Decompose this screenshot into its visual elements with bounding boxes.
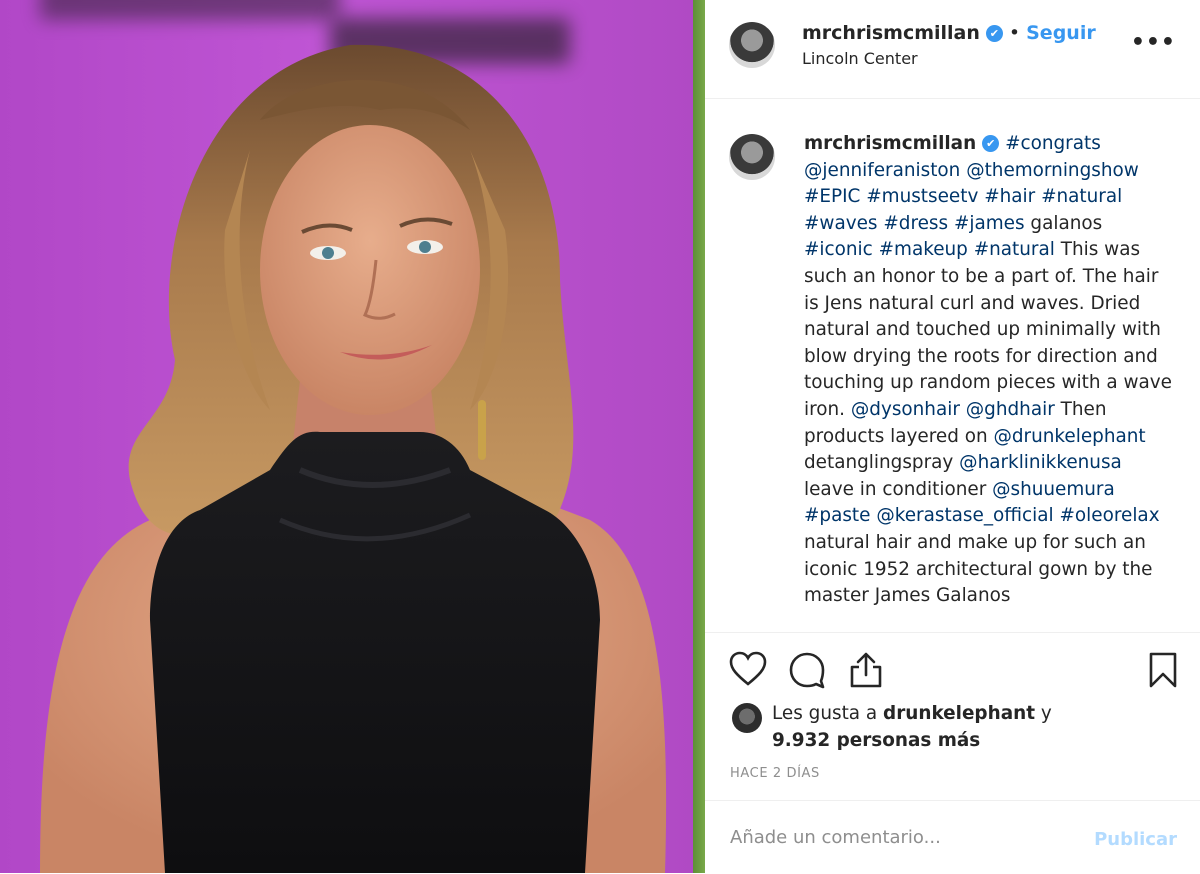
hashtag-link[interactable]: #oleorelax bbox=[1060, 505, 1160, 526]
hashtag-link[interactable]: #paste bbox=[804, 505, 870, 526]
heart-icon[interactable] bbox=[729, 651, 767, 691]
verified-icon: ✔ bbox=[985, 25, 1003, 42]
hashtag-link[interactable]: #mustseetv bbox=[866, 186, 978, 207]
mention-link[interactable]: @ghdhair bbox=[966, 399, 1055, 420]
hashtag-link[interactable]: #natural bbox=[974, 239, 1055, 260]
hashtag-link[interactable]: #congrats bbox=[1005, 133, 1101, 154]
mention-link[interactable]: @dysonhair bbox=[851, 399, 960, 420]
mention-link[interactable]: @drunkelephant bbox=[993, 426, 1145, 447]
bookmark-icon[interactable] bbox=[1148, 651, 1178, 693]
likes-conj: y bbox=[1040, 703, 1052, 724]
share-icon[interactable] bbox=[848, 651, 884, 693]
hashtag-link[interactable]: #waves bbox=[804, 213, 878, 234]
location-link[interactable]: Lincoln Center bbox=[802, 49, 918, 68]
caption-fragment: natural hair and make up for such an ico… bbox=[804, 531, 1153, 607]
caption-fragment: galanos bbox=[1024, 212, 1103, 234]
caption-text: mrchrismcmillan ✔ #congrats @jenniferanis… bbox=[804, 131, 1174, 610]
avatar[interactable] bbox=[729, 134, 775, 180]
mention-link[interactable]: @jenniferaniston bbox=[804, 160, 960, 181]
comment-icon[interactable] bbox=[788, 651, 826, 693]
mention-link[interactable]: @shuuemura bbox=[992, 479, 1115, 500]
caption-section: mrchrismcmillan ✔ #congrats @jenniferanis… bbox=[705, 98, 1200, 633]
post-timestamp[interactable]: HACE 2 DÍAS bbox=[730, 766, 820, 781]
hashtag-link[interactable]: #dress bbox=[883, 213, 948, 234]
separator: • bbox=[1008, 22, 1021, 44]
caption-fragment: leave in conditioner bbox=[804, 478, 993, 500]
avatar[interactable] bbox=[732, 703, 762, 733]
username-link[interactable]: mrchrismcmillan bbox=[802, 22, 980, 44]
liker-username[interactable]: drunkelephant bbox=[883, 703, 1035, 724]
publish-button[interactable]: Publicar bbox=[1094, 829, 1177, 850]
caption-fragment: This was such an honor to be a part of. … bbox=[804, 239, 1172, 420]
hashtag-link[interactable]: #hair bbox=[984, 186, 1035, 207]
hashtag-link[interactable]: #iconic bbox=[804, 239, 873, 260]
verified-icon: ✔ bbox=[982, 135, 1000, 152]
caption-username[interactable]: mrchrismcmillan bbox=[804, 133, 976, 154]
photo-edge bbox=[693, 0, 705, 873]
more-options-icon[interactable]: ••• bbox=[1131, 30, 1176, 55]
likes-text: Les gusta a drunkelephant y 9.932 person… bbox=[772, 700, 1172, 754]
hashtag-link[interactable]: #makeup bbox=[879, 239, 968, 260]
caption-fragment: detanglingspray bbox=[804, 452, 960, 474]
hashtag-link[interactable]: #james bbox=[954, 213, 1025, 234]
mention-link[interactable]: @themorningshow bbox=[966, 160, 1139, 181]
hashtag-link[interactable]: #natural bbox=[1041, 186, 1122, 207]
action-bar bbox=[705, 633, 1200, 693]
post-header: mrchrismcmillan ✔ • Seguir Lincoln Center •… bbox=[705, 0, 1200, 99]
mention-link[interactable]: @kerastase_official bbox=[876, 505, 1053, 526]
mention-link[interactable]: @harklinikkenusa bbox=[959, 452, 1122, 473]
header-user-line: mrchrismcmillan ✔ • Seguir bbox=[802, 22, 1096, 44]
hashtag-link[interactable]: #EPIC bbox=[804, 186, 860, 207]
likes-prefix: Les gusta a bbox=[772, 703, 878, 724]
post-photo[interactable] bbox=[0, 0, 700, 873]
comment-bar: Publicar bbox=[705, 800, 1200, 874]
avatar[interactable] bbox=[729, 22, 775, 68]
portrait-illustration bbox=[40, 44, 667, 873]
caption-body: #congrats @jenniferaniston @themorningsh… bbox=[804, 133, 1172, 606]
post-sidebar: mrchrismcmillan ✔ • Seguir Lincoln Center •… bbox=[705, 0, 1200, 873]
follow-button[interactable]: Seguir bbox=[1026, 22, 1096, 44]
comment-input[interactable] bbox=[730, 827, 1070, 848]
likes-count[interactable]: 9.932 personas más bbox=[772, 730, 980, 751]
